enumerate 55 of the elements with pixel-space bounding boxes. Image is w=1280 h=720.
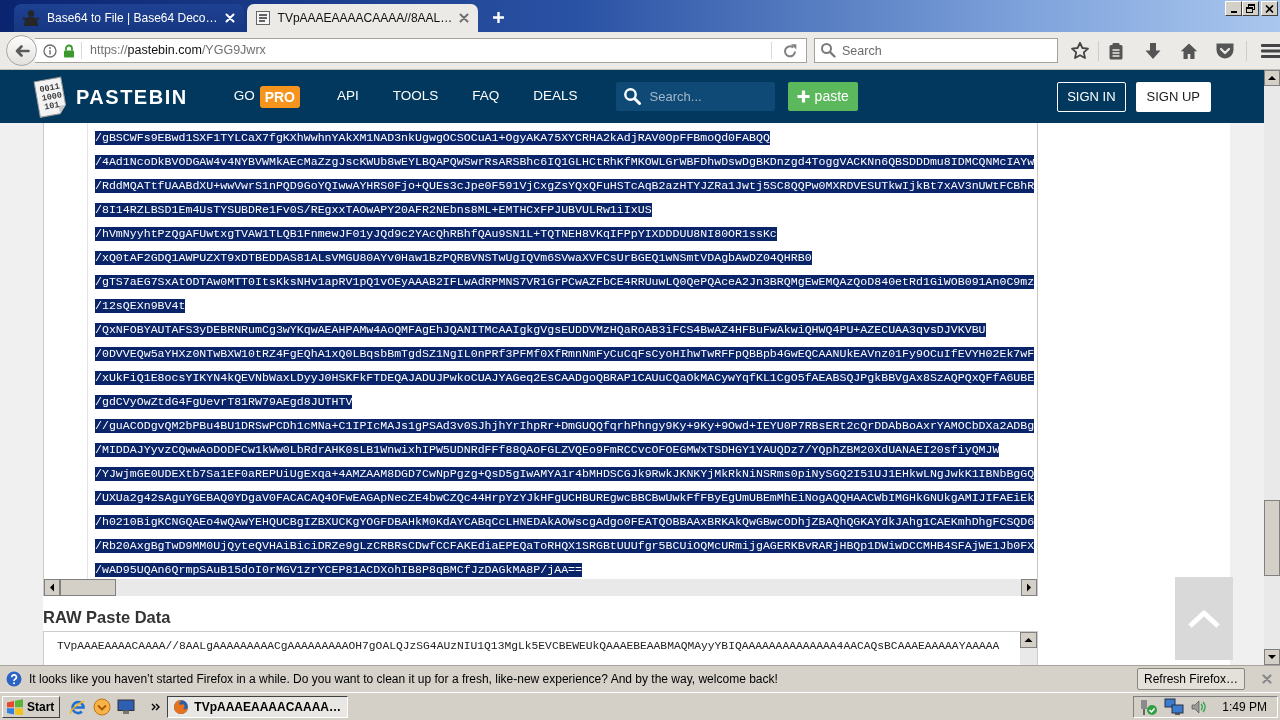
taskbar-button[interactable]: TVpAAAEAAAACAAAA… <box>167 695 348 718</box>
shield-chevron-icon[interactable] <box>1215 41 1235 60</box>
sign-up-button[interactable]: SIGN UP <box>1135 81 1211 112</box>
clipboard-icon[interactable] <box>1107 41 1125 60</box>
minimize-button[interactable] <box>1225 1 1242 16</box>
horizontal-scrollbar[interactable] <box>44 579 1037 596</box>
logo-text[interactable]: PASTEBIN <box>76 81 188 112</box>
disc-chevron-icon[interactable] <box>93 697 112 716</box>
close-icon <box>1265 4 1274 13</box>
browser-tab[interactable]: TVpAAAEAAAACAAAA//8AAL… <box>246 4 479 32</box>
monitor-icon[interactable] <box>117 698 136 715</box>
document-icon <box>254 10 271 26</box>
restore-button[interactable] <box>1242 1 1259 16</box>
plug-check-icon[interactable] <box>1138 697 1159 716</box>
question-icon <box>6 671 22 687</box>
home-icon[interactable] <box>1180 41 1198 60</box>
menu-icon[interactable] <box>1261 42 1280 59</box>
nav-link[interactable]: API <box>337 86 359 107</box>
search-field[interactable]: Search <box>814 38 1058 63</box>
chevron-up-icon <box>1187 608 1221 629</box>
clock-text: 1:49 PM <box>1222 698 1267 716</box>
reload-icon[interactable] <box>782 42 798 59</box>
plus-icon <box>796 90 810 103</box>
go-link[interactable]: GO <box>233 86 255 107</box>
start-button[interactable]: Start <box>2 695 61 718</box>
sign-in-button[interactable]: SIGN IN <box>1057 81 1126 112</box>
refresh-button[interactable]: Refresh Firefox… <box>1136 668 1245 690</box>
search-icon <box>820 42 836 58</box>
search-field[interactable]: Search... <box>615 82 775 111</box>
flag-icon <box>6 698 24 715</box>
vertical-scrollbar[interactable] <box>1264 70 1280 665</box>
lock-icon[interactable] <box>63 43 75 58</box>
info-icon[interactable] <box>43 43 57 58</box>
nav-link[interactable]: DEALS <box>533 86 578 107</box>
search-icon <box>622 87 641 105</box>
url-text: https://pastebin.com/YGG9Jwrx <box>90 42 266 60</box>
speaker-icon[interactable] <box>1190 698 1209 715</box>
plus-icon <box>492 11 506 24</box>
close-button[interactable] <box>1261 1 1278 16</box>
section-heading: RAW Paste Data <box>43 607 171 627</box>
download-icon[interactable] <box>1144 41 1162 60</box>
minimize-icon <box>1230 11 1237 13</box>
globe-icon <box>173 698 190 715</box>
nav-link[interactable]: TOOLS <box>392 86 439 107</box>
browser-tab[interactable]: Base64 to File | Base64 Deco… <box>14 4 244 32</box>
notification-text: It looks like you haven’t started Firefox in a while. Do you want to clean it up for a fresh, like-new experience? And by the way, welcome back! <box>29 671 778 688</box>
figure-icon <box>22 9 40 27</box>
back-button[interactable] <box>6 35 37 66</box>
double-chevron-icon[interactable] <box>151 701 162 712</box>
vertical-scrollbar[interactable] <box>1020 632 1037 665</box>
star-icon[interactable] <box>1070 40 1090 61</box>
restore-icon <box>1246 4 1255 13</box>
address-bar[interactable]: https://pastebin.com/YGG9Jwrx <box>35 38 807 63</box>
network-icon[interactable] <box>1164 697 1185 716</box>
nav-link[interactable]: FAQ <box>472 86 500 107</box>
